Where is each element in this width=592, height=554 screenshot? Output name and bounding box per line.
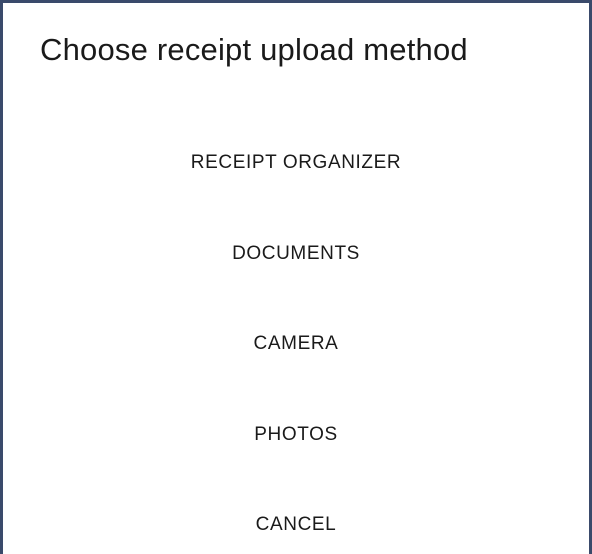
option-documents[interactable]: DOCUMENTS <box>3 242 589 266</box>
upload-method-dialog: Choose receipt upload method RECEIPT ORG… <box>0 0 592 554</box>
option-photos[interactable]: PHOTOS <box>3 423 589 447</box>
option-receipt-organizer[interactable]: RECEIPT ORGANIZER <box>3 151 589 175</box>
dialog-title: Choose receipt upload method <box>40 32 468 67</box>
cancel-button[interactable]: CANCEL <box>3 513 589 537</box>
option-camera[interactable]: CAMERA <box>3 332 589 356</box>
